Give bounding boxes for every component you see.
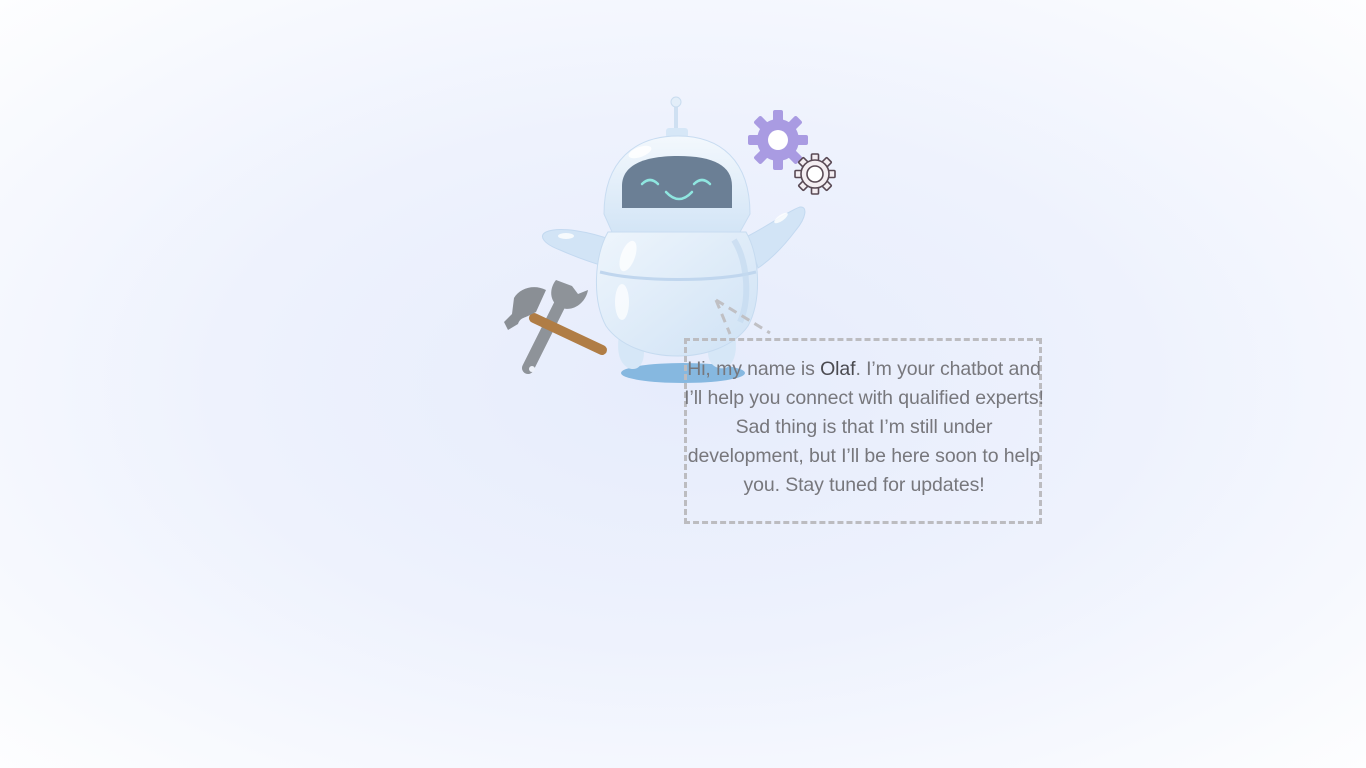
- robot-visor: [622, 156, 732, 208]
- message-prefix: Hi, my name is: [687, 358, 821, 380]
- bot-name: Olaf: [820, 358, 856, 380]
- chatbot-intro-message: Hi, my name is Olaf. I’m your chatbot an…: [682, 355, 1046, 500]
- gear-small-icon: [794, 153, 836, 195]
- robot-right-arm: [747, 206, 806, 269]
